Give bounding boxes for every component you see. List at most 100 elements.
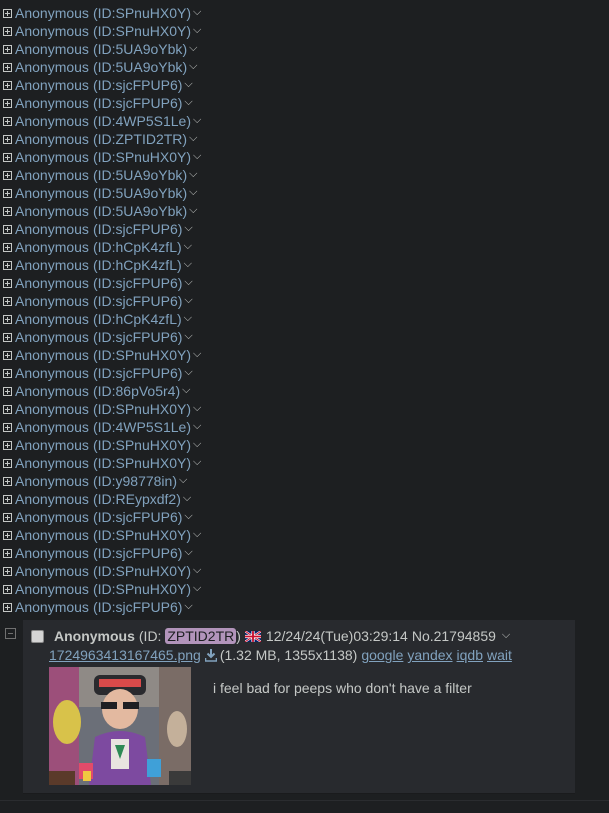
hidden-post-row[interactable]: Anonymous (ID: SPnuHX0Y) ⌵	[3, 148, 201, 166]
google-link[interactable]: google	[361, 647, 403, 663]
chevron-down-icon[interactable]: ⌵	[193, 21, 201, 39]
hidden-post-row[interactable]: Anonymous (ID: y98778in) ⌵	[3, 472, 201, 490]
chevron-down-icon[interactable]: ⌵	[183, 489, 191, 507]
expand-plus-icon[interactable]	[3, 242, 12, 252]
hidden-post-row[interactable]: Anonymous (ID: SPnuHX0Y) ⌵	[3, 580, 201, 598]
chevron-down-icon[interactable]: ⌵	[193, 561, 201, 579]
expand-plus-icon[interactable]	[3, 260, 12, 270]
expand-plus-icon[interactable]	[3, 422, 12, 432]
hidden-post-row[interactable]: Anonymous (ID: SPnuHX0Y) ⌵	[3, 22, 201, 40]
expand-plus-icon[interactable]	[3, 494, 12, 504]
chevron-down-icon[interactable]: ⌵	[182, 381, 190, 399]
expand-plus-icon[interactable]	[3, 404, 12, 414]
hidden-post-row[interactable]: Anonymous (ID: 5UA9oYbk) ⌵	[3, 202, 201, 220]
hidden-post-row[interactable]: Anonymous (ID: SPnuHX0Y) ⌵	[3, 436, 201, 454]
chevron-down-icon[interactable]: ⌵	[189, 129, 197, 147]
expand-plus-icon[interactable]	[3, 188, 12, 198]
hidden-post-row[interactable]: Anonymous (ID: SPnuHX0Y) ⌵	[3, 346, 201, 364]
hidden-post-row[interactable]: Anonymous (ID: sjcFPUP6) ⌵	[3, 76, 201, 94]
expand-plus-icon[interactable]	[3, 116, 12, 126]
iqdb-link[interactable]: iqdb	[457, 647, 483, 663]
expand-plus-icon[interactable]	[3, 278, 12, 288]
hidden-post-row[interactable]: Anonymous (ID: 4WP5S1Le) ⌵	[3, 112, 201, 130]
chevron-down-icon[interactable]: ⌵	[184, 255, 192, 273]
chevron-down-icon[interactable]: ⌵	[193, 417, 201, 435]
expand-plus-icon[interactable]	[3, 98, 12, 108]
hidden-post-row[interactable]: Anonymous (ID: sjcFPUP6) ⌵	[3, 598, 201, 616]
expand-plus-icon[interactable]	[3, 62, 12, 72]
expand-plus-icon[interactable]	[3, 170, 12, 180]
expand-plus-icon[interactable]	[3, 566, 12, 576]
hidden-post-row[interactable]: Anonymous (ID: SPnuHX0Y) ⌵	[3, 526, 201, 544]
expand-plus-icon[interactable]	[3, 152, 12, 162]
collapse-post-button[interactable]	[5, 626, 16, 639]
chevron-down-icon[interactable]: ⌵	[193, 525, 201, 543]
chevron-down-icon[interactable]: ⌵	[184, 93, 192, 111]
chevron-down-icon[interactable]: ⌵	[184, 75, 192, 93]
hidden-post-row[interactable]: Anonymous (ID: hCpK4zfL) ⌵	[3, 238, 201, 256]
hidden-post-row[interactable]: Anonymous (ID: SPnuHX0Y) ⌵	[3, 562, 201, 580]
chevron-down-icon[interactable]: ⌵	[184, 327, 192, 345]
chevron-down-icon[interactable]: ⌵	[184, 309, 192, 327]
chevron-down-icon[interactable]: ⌵	[193, 579, 201, 597]
chevron-down-icon[interactable]: ⌵	[502, 629, 510, 642]
chevron-down-icon[interactable]: ⌵	[184, 363, 192, 381]
hidden-post-row[interactable]: Anonymous (ID: 5UA9oYbk) ⌵	[3, 40, 201, 58]
hidden-post-row[interactable]: Anonymous (ID: sjcFPUP6) ⌵	[3, 94, 201, 112]
expand-plus-icon[interactable]	[3, 350, 12, 360]
hidden-post-row[interactable]: Anonymous (ID: sjcFPUP6) ⌵	[3, 292, 201, 310]
yandex-link[interactable]: yandex	[407, 647, 452, 663]
hidden-post-row[interactable]: Anonymous (ID: sjcFPUP6) ⌵	[3, 220, 201, 238]
chevron-down-icon[interactable]: ⌵	[193, 435, 201, 453]
hidden-post-row[interactable]: Anonymous (ID: sjcFPUP6) ⌵	[3, 328, 201, 346]
hidden-post-row[interactable]: Anonymous (ID: SPnuHX0Y) ⌵	[3, 4, 201, 22]
chevron-down-icon[interactable]: ⌵	[184, 219, 192, 237]
hidden-post-row[interactable]: Anonymous (ID: 5UA9oYbk) ⌵	[3, 184, 201, 202]
expand-plus-icon[interactable]	[3, 458, 12, 468]
expand-plus-icon[interactable]	[3, 368, 12, 378]
chevron-down-icon[interactable]: ⌵	[189, 39, 197, 57]
hidden-post-row[interactable]: Anonymous (ID: SPnuHX0Y) ⌵	[3, 454, 201, 472]
hidden-post-row[interactable]: Anonymous (ID: sjcFPUP6) ⌵	[3, 544, 201, 562]
hidden-post-row[interactable]: Anonymous (ID: SPnuHX0Y) ⌵	[3, 400, 201, 418]
chevron-down-icon[interactable]: ⌵	[184, 273, 192, 291]
expand-plus-icon[interactable]	[3, 8, 12, 18]
chevron-down-icon[interactable]: ⌵	[184, 237, 192, 255]
chevron-down-icon[interactable]: ⌵	[189, 183, 197, 201]
download-icon[interactable]	[204, 648, 218, 662]
chevron-down-icon[interactable]: ⌵	[193, 3, 201, 21]
expand-plus-icon[interactable]	[3, 224, 12, 234]
chevron-down-icon[interactable]: ⌵	[193, 399, 201, 417]
hidden-post-row[interactable]: Anonymous (ID: 5UA9oYbk) ⌵	[3, 166, 201, 184]
hidden-post-row[interactable]: Anonymous (ID: REypxdf2) ⌵	[3, 490, 201, 508]
chevron-down-icon[interactable]: ⌵	[189, 57, 197, 75]
post-thumbnail[interactable]	[49, 667, 191, 785]
post-checkbox[interactable]	[31, 629, 44, 643]
poster-id-badge[interactable]: ZPTID2TR	[165, 628, 237, 644]
chevron-down-icon[interactable]: ⌵	[189, 201, 197, 219]
expand-plus-icon[interactable]	[3, 26, 12, 36]
chevron-down-icon[interactable]: ⌵	[184, 543, 192, 561]
expand-plus-icon[interactable]	[3, 314, 12, 324]
expand-plus-icon[interactable]	[3, 584, 12, 594]
hidden-post-row[interactable]: Anonymous (ID: 5UA9oYbk) ⌵	[3, 58, 201, 76]
expand-plus-icon[interactable]	[3, 602, 12, 612]
chevron-down-icon[interactable]: ⌵	[179, 471, 187, 489]
chevron-down-icon[interactable]: ⌵	[193, 345, 201, 363]
expand-plus-icon[interactable]	[3, 512, 12, 522]
expand-plus-icon[interactable]	[3, 134, 12, 144]
expand-plus-icon[interactable]	[3, 206, 12, 216]
chevron-down-icon[interactable]: ⌵	[184, 291, 192, 309]
expand-plus-icon[interactable]	[3, 386, 12, 396]
post-number[interactable]: No.21794859	[412, 628, 496, 644]
expand-plus-icon[interactable]	[3, 440, 12, 450]
expand-plus-icon[interactable]	[3, 476, 12, 486]
hidden-post-row[interactable]: Anonymous (ID: sjcFPUP6) ⌵	[3, 274, 201, 292]
chevron-down-icon[interactable]: ⌵	[189, 165, 197, 183]
hidden-post-row[interactable]: Anonymous (ID: hCpK4zfL) ⌵	[3, 310, 201, 328]
wait-link[interactable]: wait	[487, 647, 512, 663]
expand-plus-icon[interactable]	[3, 332, 12, 342]
chevron-down-icon[interactable]: ⌵	[193, 111, 201, 129]
expand-plus-icon[interactable]	[3, 80, 12, 90]
hidden-post-row[interactable]: Anonymous (ID: 86pVo5r4) ⌵	[3, 382, 201, 400]
